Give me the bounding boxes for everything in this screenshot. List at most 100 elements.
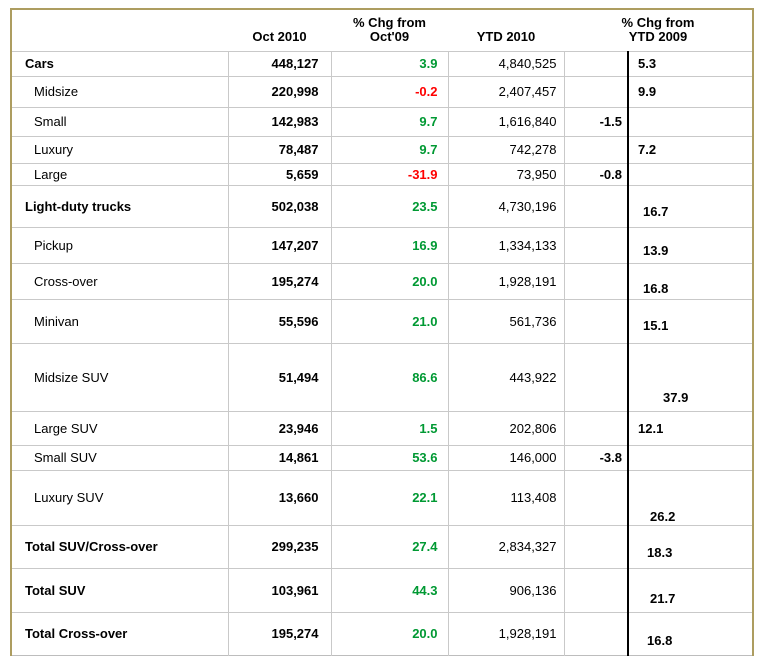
pct-chg-ytd-value: 18.3 [647, 545, 672, 560]
table-row-large-suv: Large SUV 23,946 1.5 202,806 12.1 [11, 411, 753, 445]
pct-chg-ytd-neg-cell [564, 136, 628, 163]
pct-chg-ytd-neg-cell [564, 343, 628, 411]
oct-2010-cell: 14,861 [228, 445, 331, 470]
oct-2010-cell: 195,274 [228, 612, 331, 655]
ytd-2010-cell: 202,806 [448, 411, 564, 445]
pct-chg-ytd-neg-cell [564, 612, 628, 655]
pct-chg-ytd-neg-cell: -1.5 [564, 107, 628, 136]
pct-chg-ytd-cell: 9.9 [628, 76, 753, 107]
pct-chg-ytd-neg-cell [564, 227, 628, 263]
header-row: Oct 2010 % Chg from Oct'09 YTD 2010 % Ch… [11, 9, 753, 51]
pct-chg-oct-cell: 20.0 [331, 612, 448, 655]
pct-chg-ytd-cell: 18.3 [628, 525, 753, 568]
table-row-small: Small 142,983 9.7 1,616,840 -1.5 [11, 107, 753, 136]
header-pct-chg-oct09: % Chg from Oct'09 [331, 9, 448, 51]
pct-chg-ytd-neg-cell: -0.8 [564, 163, 628, 185]
category-cell: Light-duty trucks [11, 185, 228, 227]
pct-chg-ytd-cell [628, 107, 753, 136]
pct-chg-ytd-value: 21.7 [650, 591, 675, 606]
pct-chg-ytd-neg-cell [564, 299, 628, 343]
pct-chg-oct-cell: 3.9 [331, 51, 448, 76]
pct-chg-ytd-value: 16.8 [643, 281, 668, 296]
pct-chg-oct-cell: 23.5 [331, 185, 448, 227]
category-cell: Total SUV/Cross-over [11, 525, 228, 568]
oct-2010-cell: 299,235 [228, 525, 331, 568]
pct-chg-oct-cell: 53.6 [331, 445, 448, 470]
table-row-pickup: Pickup 147,207 16.9 1,334,133 13.9 [11, 227, 753, 263]
category-cell: Midsize [11, 76, 228, 107]
pct-chg-oct-cell: 1.5 [331, 411, 448, 445]
table-row-total-cross-over: Total Cross-over 195,274 20.0 1,928,191 … [11, 612, 753, 655]
pct-chg-ytd-value: 7.2 [638, 142, 656, 157]
category-cell: Luxury [11, 136, 228, 163]
ytd-2010-cell: 1,616,840 [448, 107, 564, 136]
pct-chg-ytd-cell: 16.8 [628, 612, 753, 655]
ytd-2010-cell: 906,136 [448, 568, 564, 612]
oct-2010-cell: 142,983 [228, 107, 331, 136]
ytd-2010-cell: 73,950 [448, 163, 564, 185]
pct-chg-ytd-value: 15.1 [643, 318, 668, 333]
oct-2010-cell: 448,127 [228, 51, 331, 76]
pct-chg-oct-cell: 86.6 [331, 343, 448, 411]
pct-chg-ytd-value: 12.1 [638, 421, 663, 436]
oct-2010-cell: 55,596 [228, 299, 331, 343]
pct-chg-ytd-value: 5.3 [638, 56, 656, 71]
header-category [11, 9, 228, 51]
category-cell: Total SUV [11, 568, 228, 612]
category-cell: Pickup [11, 227, 228, 263]
table-row-midsize-suv: Midsize SUV 51,494 86.6 443,922 37.9 [11, 343, 753, 411]
pct-chg-ytd-cell: 37.9 [628, 343, 753, 411]
category-cell: Luxury SUV [11, 470, 228, 525]
pct-chg-oct-cell: 27.4 [331, 525, 448, 568]
category-cell: Cross-over [11, 263, 228, 299]
oct-2010-cell: 23,946 [228, 411, 331, 445]
pct-chg-ytd-neg-cell [564, 185, 628, 227]
pct-chg-oct-cell: 16.9 [331, 227, 448, 263]
pct-chg-ytd-cell [628, 445, 753, 470]
pct-chg-ytd-neg-cell [564, 51, 628, 76]
category-cell: Minivan [11, 299, 228, 343]
pct-chg-ytd-neg-cell: -3.8 [564, 445, 628, 470]
oct-2010-cell: 51,494 [228, 343, 331, 411]
table-row-total-suv: Total SUV 103,961 44.3 906,136 21.7 [11, 568, 753, 612]
pct-chg-ytd-value: 37.9 [663, 390, 688, 405]
table-row-luxury: Luxury 78,487 9.7 742,278 7.2 [11, 136, 753, 163]
pct-chg-ytd-neg-cell [564, 411, 628, 445]
pct-chg-ytd-neg-cell [564, 76, 628, 107]
category-cell: Cars [11, 51, 228, 76]
ytd-2010-cell: 2,407,457 [448, 76, 564, 107]
oct-2010-cell: 13,660 [228, 470, 331, 525]
ytd-2010-cell: 113,408 [448, 470, 564, 525]
pct-chg-ytd-cell: 21.7 [628, 568, 753, 612]
ytd-2010-cell: 742,278 [448, 136, 564, 163]
pct-chg-oct-cell: 44.3 [331, 568, 448, 612]
category-cell: Total Cross-over [11, 612, 228, 655]
table-row-midsize: Midsize 220,998 -0.2 2,407,457 9.9 [11, 76, 753, 107]
table-header: Oct 2010 % Chg from Oct'09 YTD 2010 % Ch… [11, 9, 753, 51]
pct-chg-oct-cell: 9.7 [331, 107, 448, 136]
table-row-cross-over: Cross-over 195,274 20.0 1,928,191 16.8 [11, 263, 753, 299]
ytd-2010-cell: 146,000 [448, 445, 564, 470]
header-pct-chg-ytd2009: % Chg from YTD 2009 [564, 9, 753, 51]
pct-chg-ytd-value: 9.9 [638, 84, 656, 99]
oct-2010-cell: 5,659 [228, 163, 331, 185]
oct-2010-cell: 147,207 [228, 227, 331, 263]
category-cell: Small [11, 107, 228, 136]
table-row-small-suv: Small SUV 14,861 53.6 146,000 -3.8 [11, 445, 753, 470]
pct-chg-ytd-value: 26.2 [650, 509, 675, 524]
table-body: Cars 448,127 3.9 4,840,525 5.3 Midsize 2… [11, 51, 753, 655]
category-cell: Large SUV [11, 411, 228, 445]
oct-2010-cell: 502,038 [228, 185, 331, 227]
category-cell: Small SUV [11, 445, 228, 470]
ytd-2010-cell: 1,928,191 [448, 612, 564, 655]
pct-chg-ytd-cell: 16.7 [628, 185, 753, 227]
table-row-light-duty-trucks: Light-duty trucks 502,038 23.5 4,730,196… [11, 185, 753, 227]
table-row-total-suv-cross-over: Total SUV/Cross-over 299,235 27.4 2,834,… [11, 525, 753, 568]
oct-2010-cell: 103,961 [228, 568, 331, 612]
pct-chg-oct-cell: 20.0 [331, 263, 448, 299]
pct-chg-ytd-cell: 26.2 [628, 470, 753, 525]
auto-sales-table-container: Oct 2010 % Chg from Oct'09 YTD 2010 % Ch… [10, 8, 754, 656]
ytd-2010-cell: 4,730,196 [448, 185, 564, 227]
pct-chg-ytd-value: 16.8 [647, 633, 672, 648]
ytd-2010-cell: 1,928,191 [448, 263, 564, 299]
